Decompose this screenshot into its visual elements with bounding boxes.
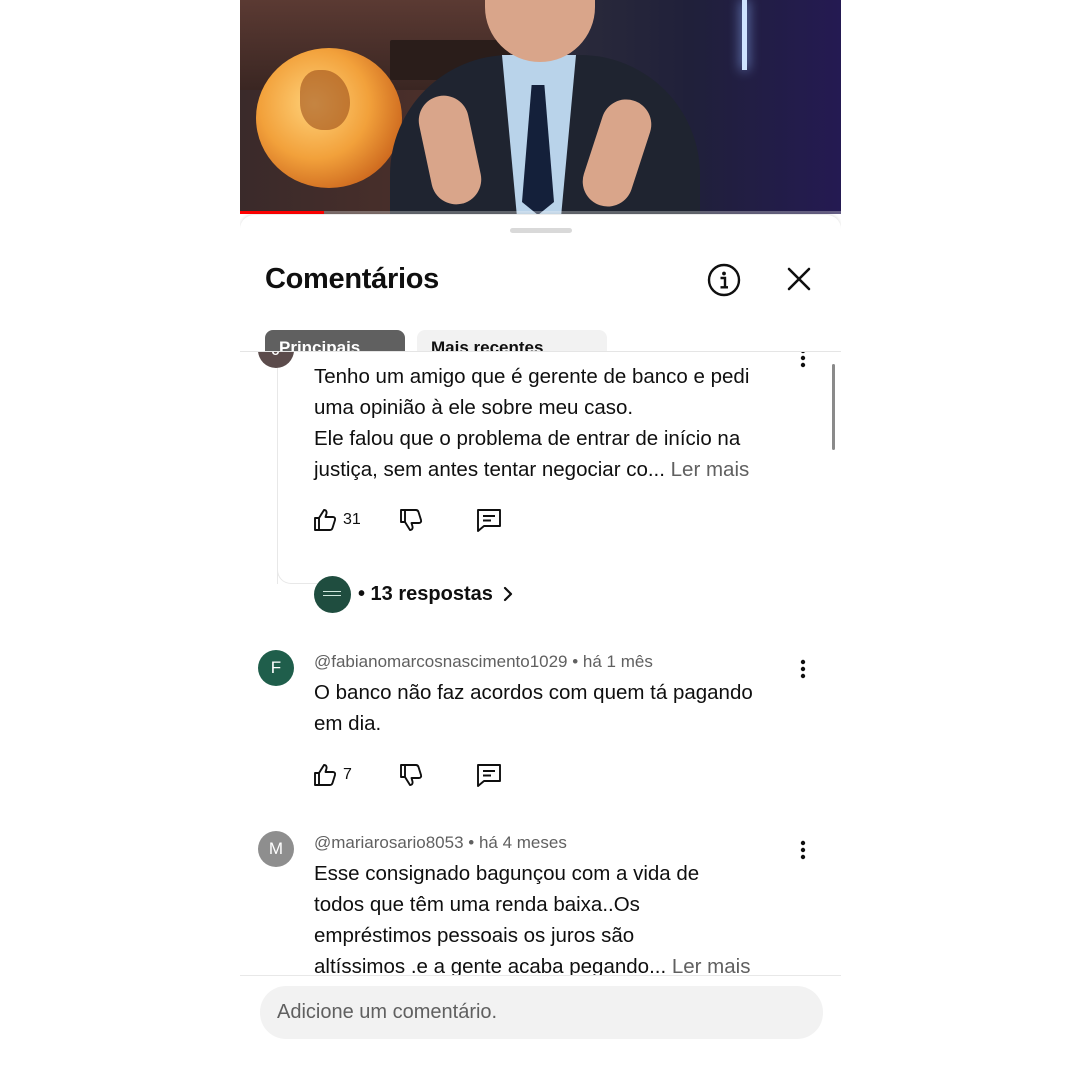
avatar[interactable]: M [258,831,294,867]
sheet-title: Comentários [265,263,439,295]
avatar[interactable]: J [258,352,294,368]
comment-line: uma opinião à ele sobre meu caso. [314,396,634,419]
read-more-link[interactable]: Ler mais [671,458,750,481]
replies-count: • 13 respostas [358,582,493,605]
tab-principais[interactable]: Principais [265,330,405,352]
comment-line: O banco não faz acordos com quem tá paga… [314,681,753,704]
thread-connector [277,552,317,584]
like-button[interactable]: 31 [312,505,361,535]
comment-time: • há 4 meses [468,833,567,852]
scrollbar[interactable] [832,364,835,450]
view-replies-button[interactable]: • 13 respostas [314,575,515,613]
add-comment-input[interactable] [260,986,823,1039]
comment-line: justiça, sem antes tentar negociar co...… [314,454,799,485]
comment-time: • há 1 mês [572,652,653,671]
comment-line-text: altíssimos .e a gente acaba pegando... [314,955,667,975]
like-count: 7 [343,766,352,783]
phone-screen: Comentários Principais Mais recentes J [240,0,841,1080]
comment-author[interactable]: @fabianomarcosnascimento1029 [314,652,568,671]
reply-comment-icon [477,764,501,787]
thumbs-down-icon [400,509,423,531]
dislike-button[interactable] [398,760,424,790]
thumbs-up-icon [314,764,337,786]
comment-meta: @fabianomarcosnascimento1029 • há 1 mês [314,652,653,672]
thumbs-up-icon [314,509,337,531]
comment-text: Esse consignado bagunçou com a vida de t… [314,858,799,975]
comments-list[interactable]: J Tenho um amigo que é gerente de banco … [240,352,841,975]
comment-line: Esse consignado bagunçou com a vida de [314,862,700,885]
tab-mais-recentes[interactable]: Mais recentes [417,330,607,352]
comment-line: Tenho um amigo que é gerente de banco e … [314,365,750,388]
sort-tabs: Principais Mais recentes [265,330,825,352]
video-progress-track[interactable] [240,211,841,214]
thread-line [277,352,278,584]
comment-line: empréstimos pessoais os juros são [314,924,635,947]
comment-author[interactable]: @mariarosario8053 [314,833,464,852]
comment-line-text: justiça, sem antes tentar negociar co... [314,458,665,481]
comment-meta: @mariarosario8053 • há 4 meses [314,833,567,853]
like-button[interactable]: 7 [312,760,352,790]
avatar[interactable]: F [258,650,294,686]
close-icon [787,267,811,291]
comment-actions: 31 [312,505,532,535]
dislike-button[interactable] [398,505,424,535]
reply-comment-icon [477,509,501,532]
comment-composer [240,975,841,1080]
video-player[interactable] [240,0,841,214]
reply-button[interactable] [475,760,503,790]
chevron-right-icon [503,586,512,602]
comment-text: Tenho um amigo que é gerente de banco e … [314,361,799,485]
comment-line: todos que têm uma renda baixa..Os [314,893,640,916]
comment-line: Ele falou que o problema de entrar de in… [314,427,741,450]
info-icon [707,263,741,297]
video-progress-fill [240,211,325,214]
close-button[interactable] [784,264,814,294]
video-neon-light [742,0,747,70]
sheet-drag-handle[interactable] [510,228,572,233]
comment-line: em dia. [314,712,382,735]
info-button[interactable] [707,263,741,297]
comment-actions: 7 [312,760,532,790]
reply-button[interactable] [475,505,503,535]
thumbs-down-icon [400,764,423,786]
like-count: 31 [343,511,361,528]
comments-sheet: Comentários Principais Mais recentes J [240,215,841,1080]
reply-avatar [314,575,351,613]
read-more-link[interactable]: Ler mais [672,955,751,975]
comment-text: O banco não faz acordos com quem tá paga… [314,677,799,739]
comment-line: altíssimos .e a gente acaba pegando... L… [314,951,799,975]
